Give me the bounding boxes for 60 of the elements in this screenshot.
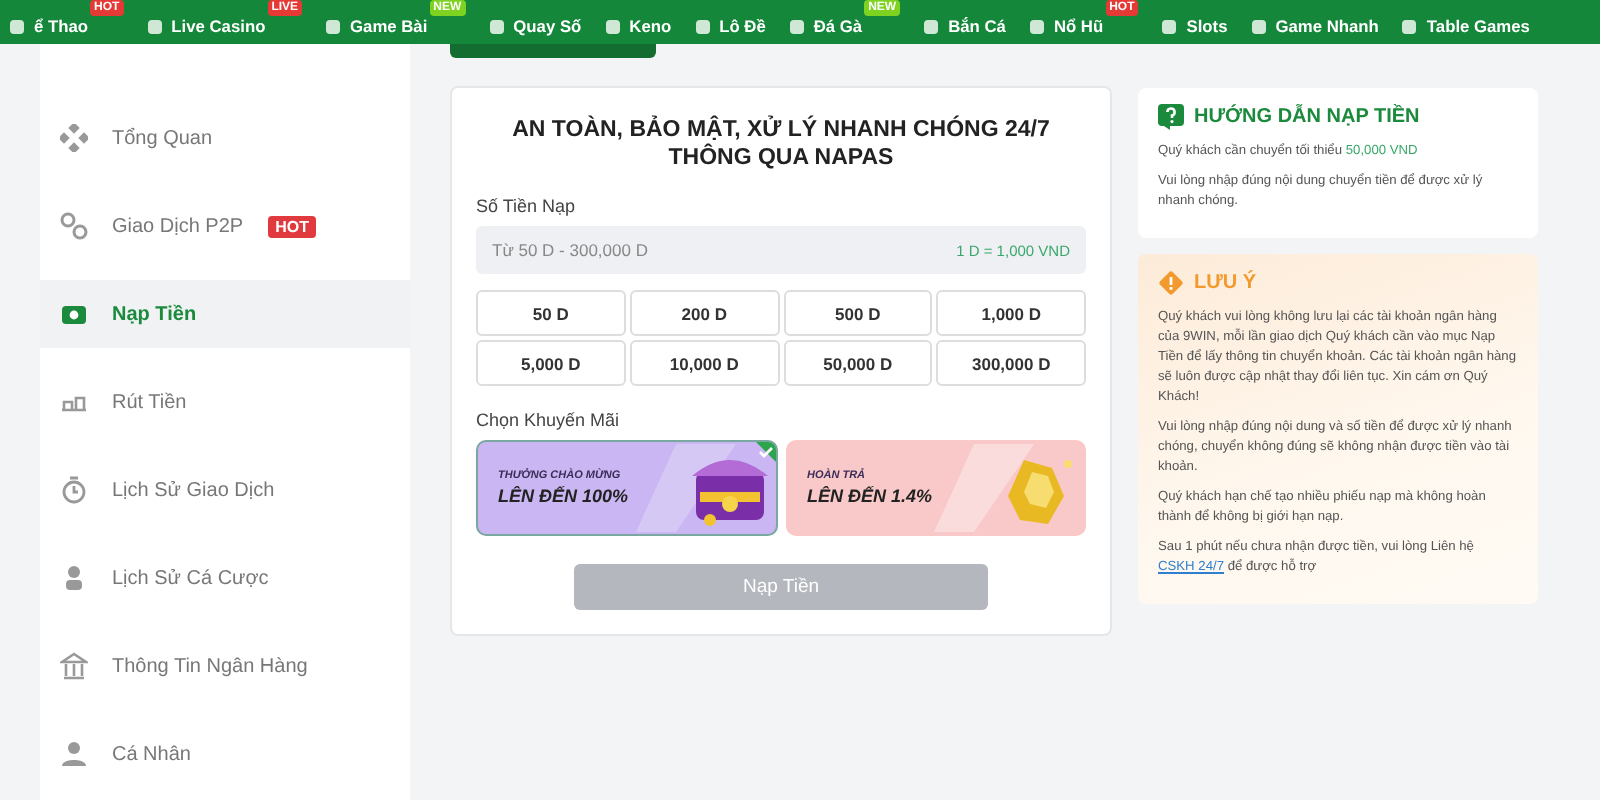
amount-button[interactable]: 200 D	[629, 290, 779, 336]
sidebar-item[interactable]: Giao Dịch P2P HOT	[40, 192, 410, 260]
sidebar-label: Tổng Quan	[112, 127, 213, 149]
amount-button[interactable]: 1,000 D	[936, 290, 1086, 336]
sidebar-item[interactable]: Lịch Sử Cá Cược	[40, 544, 410, 612]
sidebar-label: Lịch Sử Giao Dịch	[112, 479, 275, 501]
sidebar-item[interactable]: Nạp Tiền	[40, 280, 410, 348]
person-icon	[60, 564, 88, 592]
amount-button[interactable]: 10,000 D	[629, 340, 779, 386]
guide-title: HƯỚNG DẪN NẠP TIỀN	[1194, 106, 1420, 128]
amount-button[interactable]: 5,000 D	[476, 340, 626, 386]
nav-link[interactable]: Game Nhanh	[1245, 0, 1383, 44]
game-icon	[922, 18, 941, 36]
sidebar-item[interactable]: Rút Tiền	[40, 368, 410, 436]
nav-link[interactable]: Bắn Cá	[918, 0, 1010, 44]
nav-link[interactable]: Slots	[1156, 0, 1232, 44]
wallet-icon	[60, 300, 88, 328]
game-icon	[1160, 18, 1179, 36]
sidebar-label: Cá Nhân	[112, 743, 191, 765]
sidebar-label: Giao Dịch P2P	[112, 215, 244, 237]
nav-link[interactable]: Quay Số	[483, 0, 586, 44]
game-icon	[1249, 18, 1268, 36]
grid-icon	[60, 124, 88, 152]
sidebar-item[interactable]: Lịch Sử Giao Dịch	[40, 456, 410, 524]
sidebar-item[interactable]: Cá Nhân	[40, 720, 410, 788]
field-label: Số Tiền Nạp	[476, 196, 578, 216]
game-icon	[8, 18, 26, 36]
check-icon	[755, 442, 775, 462]
game-icon	[487, 18, 506, 36]
game-icon	[1027, 18, 1046, 36]
amount-button[interactable]: 50,000 D	[783, 340, 933, 386]
sidebar-item[interactable]: Tổng Quan	[40, 104, 410, 172]
game-icon	[787, 18, 806, 36]
card-title: AN TOÀN, BẢO MẬT, XỬ LÝ NHANH CHÓNG 24/7 THÔNG QUA NAPAS	[510, 116, 1052, 172]
sidebar-item[interactable]: Thông Tin Ngân Hàng	[40, 632, 410, 700]
game-icon	[324, 18, 343, 36]
field-label: Chọn Khuyến Mãi	[476, 410, 622, 430]
amount-button[interactable]: 500 D	[783, 290, 933, 336]
hot-badge: HOT	[267, 215, 317, 237]
amount-button[interactable]: 300,000 D	[936, 340, 1086, 386]
amount-button[interactable]: 50 D	[476, 290, 626, 336]
game-icon	[603, 18, 622, 36]
sidebar-label: Lịch Sử Cá Cược	[112, 567, 269, 589]
nav-link[interactable]: Keno	[599, 0, 676, 44]
nav-link[interactable]: Table Games	[1396, 0, 1534, 44]
game-icon	[693, 18, 712, 36]
stopwatch-icon	[60, 476, 88, 504]
game-icon	[1400, 18, 1419, 36]
sidebar-label: Nạp Tiền	[112, 303, 197, 325]
notice-title: LƯU Ý	[1194, 272, 1257, 294]
sidebar-label: Rút Tiền	[112, 391, 187, 413]
user-icon	[60, 740, 88, 768]
game-icon	[145, 18, 164, 36]
promo-headline: LÊN ĐẾN 1.4%	[807, 486, 935, 506]
bank-icon	[60, 652, 88, 680]
nav-link[interactable]: Lô Đề	[689, 0, 770, 44]
help-icon	[1158, 104, 1184, 130]
promo-headline: LÊN ĐẾN 100%	[498, 486, 631, 506]
warning-icon	[1158, 270, 1184, 296]
sidebar-label: Thông Tin Ngân Hàng	[112, 655, 308, 677]
